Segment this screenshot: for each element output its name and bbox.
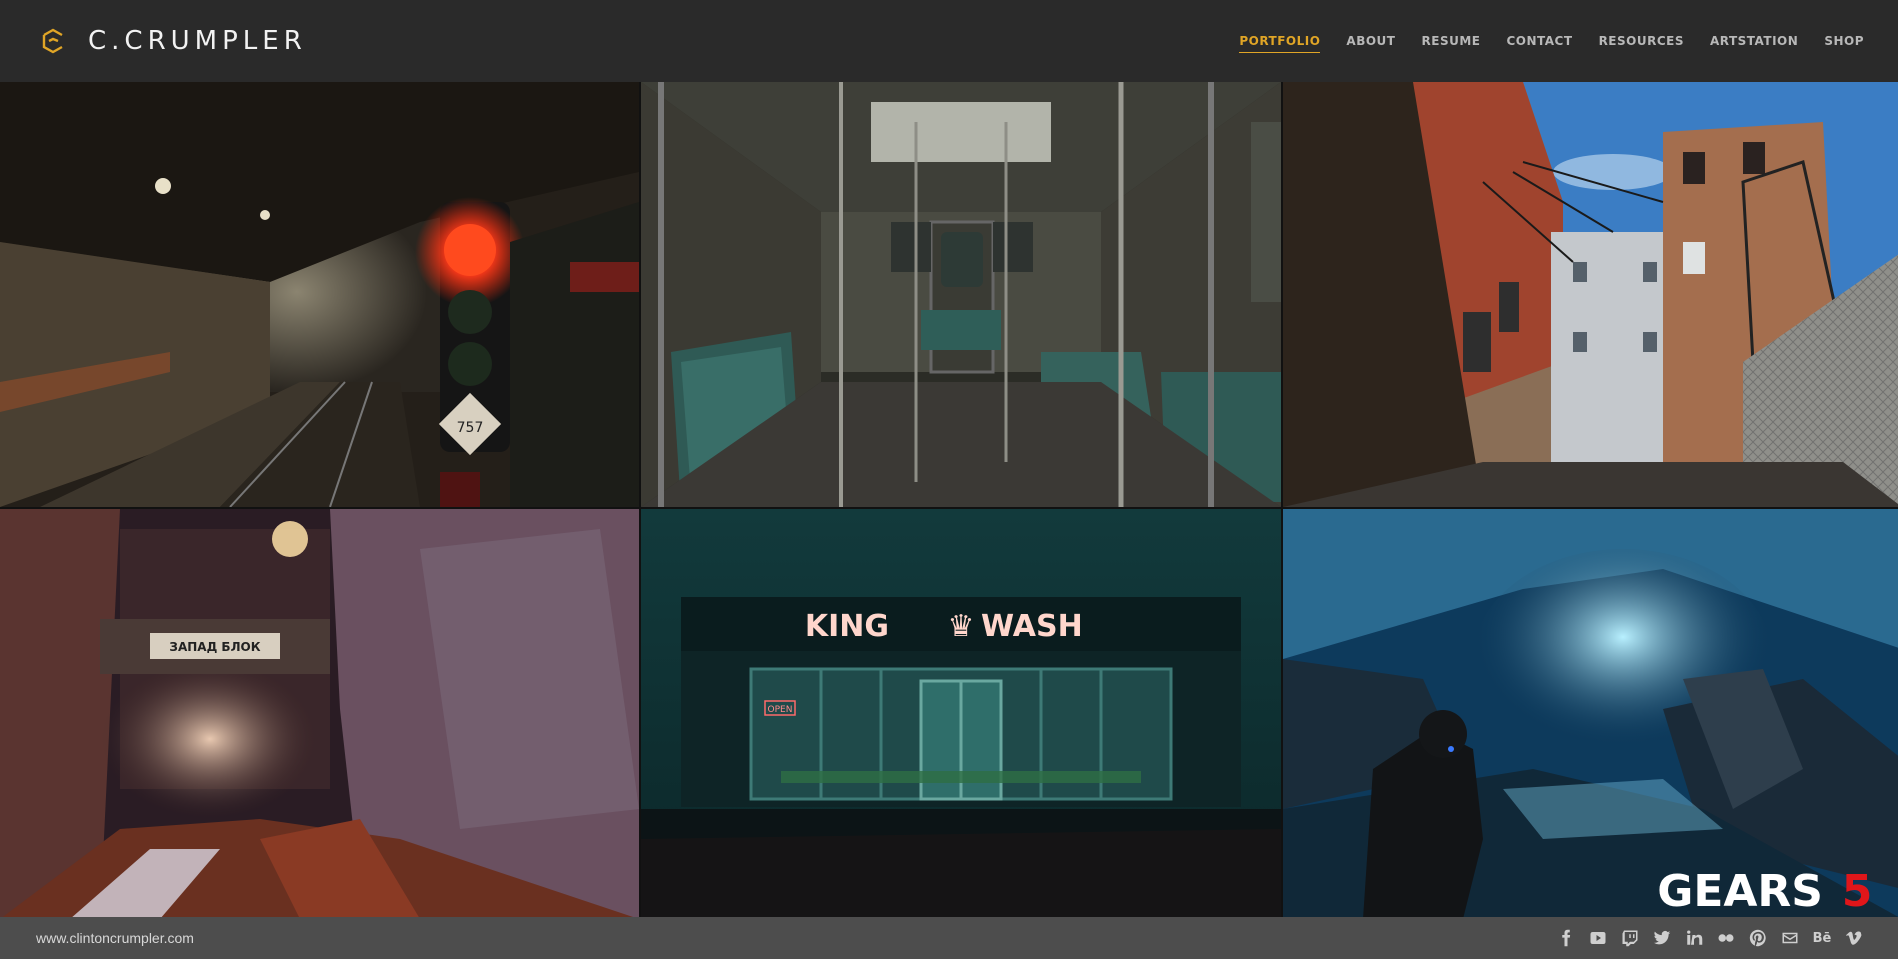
portfolio-tile-brick-alley[interactable] <box>1283 82 1898 507</box>
mine-tunnel-image: ЗАПАД БЛОК <box>0 509 639 919</box>
social-links: Bē <box>1556 928 1864 948</box>
nav-contact[interactable]: CONTACT <box>1506 30 1572 52</box>
nav-resume[interactable]: RESUME <box>1422 30 1481 52</box>
mine-sign-label: ЗАПАД БЛОК <box>169 640 260 654</box>
nav-about[interactable]: ABOUT <box>1346 30 1395 52</box>
logo-icon <box>42 28 63 54</box>
flickr-icon[interactable] <box>1716 928 1736 948</box>
subway-car-image <box>641 82 1281 507</box>
behance-icon[interactable]: Bē <box>1812 928 1832 948</box>
gears-logo-text: GEARS <box>1657 866 1823 917</box>
subway-tunnel-image: 757 <box>0 82 639 507</box>
portfolio-tile-mine-tunnel[interactable]: ЗАПАД БЛОК <box>0 509 639 919</box>
crown-icon: ♛ <box>948 609 975 644</box>
nav-portfolio[interactable]: PORTFOLIO <box>1239 30 1321 53</box>
king-wash-image: KING ♛ WASH OPEN <box>641 509 1281 919</box>
gears-logo-number: 5 <box>1842 866 1873 917</box>
portfolio-tile-king-wash[interactable]: KING ♛ WASH OPEN <box>641 509 1281 919</box>
portfolio-tile-subway-car[interactable] <box>641 82 1281 507</box>
vimeo-icon[interactable] <box>1844 928 1864 948</box>
youtube-icon[interactable] <box>1588 928 1608 948</box>
gears5-image: GEARS 5 <box>1283 509 1898 919</box>
brick-alley-image <box>1283 82 1898 507</box>
portfolio-tile-gears5[interactable]: GEARS 5 <box>1283 509 1898 919</box>
main-nav: PORTFOLIO ABOUT RESUME CONTACT RESOURCES… <box>1239 30 1864 53</box>
nav-artstation[interactable]: ARTSTATION <box>1710 30 1798 52</box>
pinterest-icon[interactable] <box>1748 928 1768 948</box>
facebook-icon[interactable] <box>1556 928 1576 948</box>
brand[interactable]: C.CRUMPLER <box>38 26 307 56</box>
twitch-icon[interactable] <box>1620 928 1640 948</box>
site-header: C.CRUMPLER PORTFOLIO ABOUT RESUME CONTAC… <box>0 0 1898 82</box>
linkedin-icon[interactable] <box>1684 928 1704 948</box>
open-sign-text: OPEN <box>768 705 793 715</box>
nav-shop[interactable]: SHOP <box>1824 30 1864 52</box>
nav-resources[interactable]: RESOURCES <box>1599 30 1684 52</box>
site-footer: www.clintoncrumpler.com Bē <box>0 917 1898 959</box>
portfolio-tile-subway-tunnel[interactable]: 757 <box>0 82 639 507</box>
brand-name: C.CRUMPLER <box>88 26 307 56</box>
twitter-icon[interactable] <box>1652 928 1672 948</box>
sign-wash-text: WASH <box>981 609 1083 644</box>
site-url[interactable]: www.clintoncrumpler.com <box>36 930 194 946</box>
email-icon[interactable] <box>1780 928 1800 948</box>
sign-king-text: KING <box>805 609 889 644</box>
signal-plate-label: 757 <box>457 420 484 436</box>
portfolio-grid: 757 ЗАПАД БЛОК KING ♛ WASH OPEN GEARS 5 <box>0 82 1898 919</box>
